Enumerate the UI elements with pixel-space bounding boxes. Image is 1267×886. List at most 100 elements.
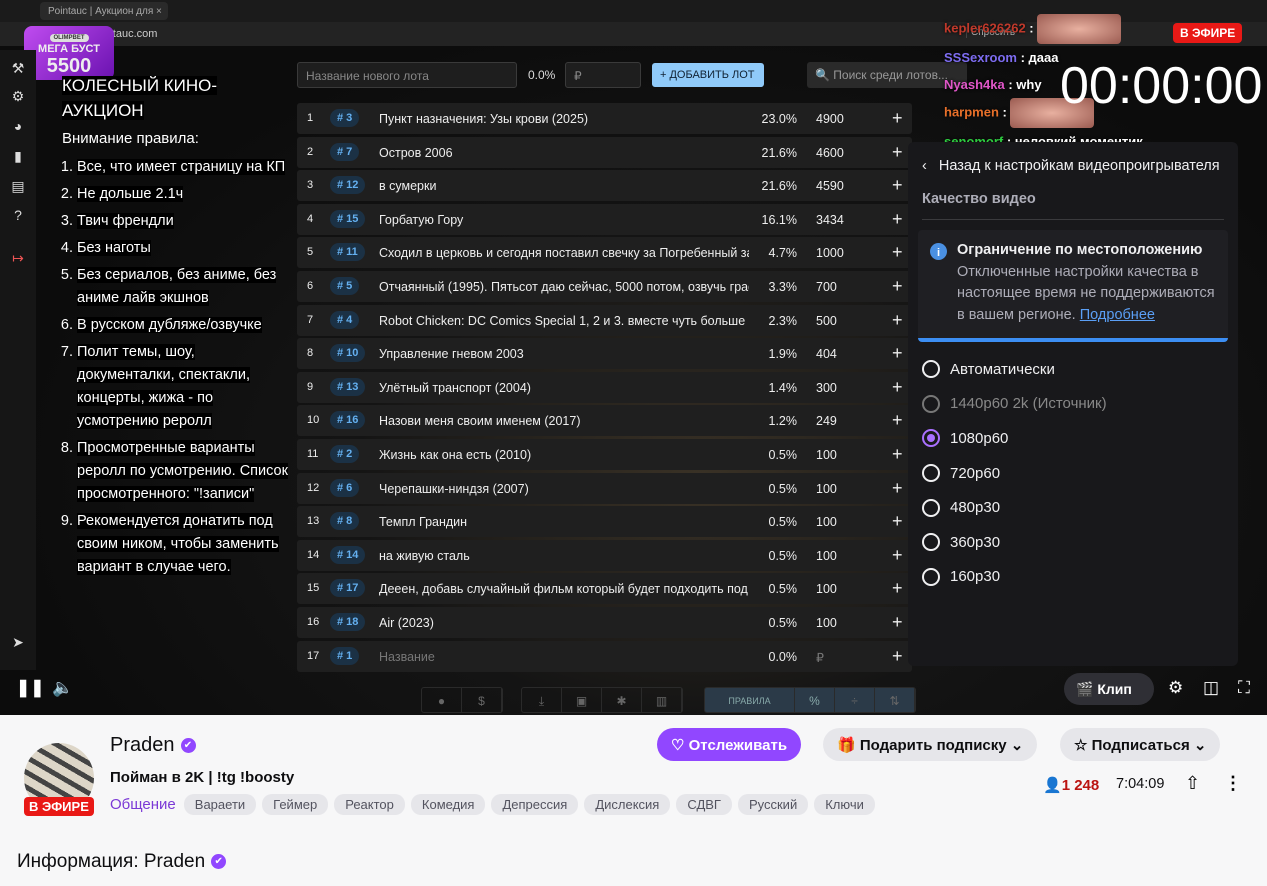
lot-row[interactable]: 13 # 8 Темпл Грандин 0.5% 100 + — [297, 506, 912, 538]
browser-tab[interactable]: Pointauc | Аукцион для × — [40, 2, 168, 20]
quality-option[interactable]: 360p30 — [922, 525, 1224, 560]
lot-amount[interactable]: 404 — [816, 347, 837, 361]
subscribe-button[interactable]: ☆ Подписаться ⌄ — [1060, 728, 1221, 761]
lot-name[interactable]: Robot Chicken: DC Comics Special 1, 2 и … — [379, 314, 749, 328]
follow-button[interactable]: ♡ Отслеживать — [657, 728, 802, 761]
lot-row[interactable]: 12 # 6 Черепашки-ниндзя (2007) 0.5% 100 + — [297, 472, 912, 504]
lot-name[interactable]: Жизнь как она есть (2010) — [379, 448, 749, 462]
lot-row[interactable]: 9 # 13 Улётный транспорт (2004) 1.4% 300 + — [297, 371, 912, 403]
category-link[interactable]: Общение — [110, 796, 176, 813]
add-amount-icon[interactable]: + — [892, 511, 903, 532]
lot-row[interactable]: 2 # 7 Остров 2006 21.6% 4600 + — [297, 136, 912, 168]
learn-more-link[interactable]: Подробнее — [1080, 307, 1155, 323]
quality-option[interactable]: 720p60 — [922, 456, 1224, 491]
lot-amount[interactable]: 249 — [816, 414, 837, 428]
lot-name[interactable]: Название — [379, 650, 749, 664]
lot-id[interactable]: # 2 — [330, 444, 360, 463]
quality-option[interactable]: 1080p60 — [922, 421, 1224, 456]
lot-id[interactable]: # 18 — [330, 612, 366, 631]
gavel-icon[interactable]: ⚒ — [9, 60, 27, 78]
lot-id[interactable]: # 17 — [330, 579, 366, 598]
lot-name[interactable]: Сходил в церковь и сегодня поставил свеч… — [379, 246, 749, 260]
add-amount-icon[interactable]: + — [892, 142, 903, 163]
add-lot-button[interactable]: + ДОБАВИТЬ ЛОТ — [652, 63, 764, 87]
lot-amount[interactable]: 4590 — [816, 179, 844, 193]
pause-icon[interactable]: ❚❚ — [16, 678, 45, 698]
lot-id[interactable]: # 15 — [330, 209, 366, 228]
lot-id[interactable]: # 3 — [330, 109, 360, 127]
lot-name[interactable]: Остров 2006 — [379, 146, 749, 160]
stats-icon[interactable]: ▮ — [9, 148, 27, 166]
more-options-icon[interactable]: ⋮ — [1224, 773, 1242, 794]
tag[interactable]: Ключи — [814, 794, 875, 815]
lot-name[interactable]: Горбатую Гору — [379, 213, 749, 227]
add-amount-icon[interactable]: + — [892, 578, 903, 599]
lot-name[interactable]: Улётный транспорт (2004) — [379, 381, 749, 395]
tag[interactable]: Вараети — [183, 794, 257, 815]
lot-amount[interactable]: 500 — [816, 314, 837, 328]
lot-amount[interactable]: 100 — [816, 482, 837, 496]
new-lot-input[interactable]: Название нового лота — [297, 62, 517, 88]
lot-row[interactable]: 14 # 14 на живую сталь 0.5% 100 + — [297, 539, 912, 571]
clipboard-icon[interactable]: ▤ — [9, 178, 27, 196]
lot-name[interactable]: Управление гневом 2003 — [379, 347, 749, 361]
lot-row[interactable]: 10 # 16 Назови меня своим именем (2017) 1.2… — [297, 405, 912, 437]
add-amount-icon[interactable]: + — [892, 478, 903, 499]
help-icon[interactable]: ? — [9, 207, 27, 225]
lot-amount[interactable]: 100 — [816, 616, 837, 630]
lot-row[interactable]: 15 # 17 Дееен, добавь случайный фильм кото… — [297, 573, 912, 605]
lot-row[interactable]: 1 # 3 Пункт назначения: Узы крови (2025) 23… — [297, 103, 912, 134]
stream-video[interactable]: Pointauc | Аукцион для × pointauc.com Сп… — [0, 0, 1267, 715]
lot-amount[interactable]: 4900 — [816, 112, 844, 126]
add-amount-icon[interactable]: + — [892, 276, 903, 297]
quality-option[interactable]: 160p30 — [922, 560, 1224, 595]
tag[interactable]: Русский — [737, 794, 809, 815]
settings-gear-icon[interactable]: ⚙ — [1168, 678, 1183, 698]
lot-name[interactable]: Темпл Грандин — [379, 515, 749, 529]
lot-name[interactable]: Пункт назначения: Узы крови (2025) — [379, 112, 749, 126]
lot-id[interactable]: # 7 — [330, 142, 360, 161]
lot-row[interactable]: 17 # 1 Название 0.0% ₽ + — [297, 640, 912, 672]
wheel-icon[interactable]: ◕ — [9, 118, 27, 136]
tag[interactable]: Геймер — [262, 794, 329, 815]
gear-icon[interactable]: ⚙ — [9, 88, 27, 106]
fullscreen-icon[interactable]: ⛶ — [1238, 678, 1250, 698]
logout-icon[interactable]: ↦ — [9, 250, 27, 268]
add-amount-icon[interactable]: + — [892, 108, 903, 129]
quality-option[interactable]: 480p30 — [922, 490, 1224, 525]
tag[interactable]: Дислексия — [584, 794, 671, 815]
add-amount-icon[interactable]: + — [892, 377, 903, 398]
lot-id[interactable]: # 13 — [330, 377, 366, 396]
lot-id[interactable]: # 1 — [330, 646, 360, 665]
add-amount-icon[interactable]: + — [892, 175, 903, 196]
lot-id[interactable]: # 6 — [330, 478, 360, 497]
quality-option[interactable]: Автоматически — [922, 352, 1224, 387]
lot-row[interactable]: 4 # 15 Горбатую Гору 16.1% 3434 + — [297, 203, 912, 235]
lot-row[interactable]: 16 # 18 Air (2023) 0.5% 100 + — [297, 606, 912, 638]
lot-row[interactable]: 7 # 4 Robot Chicken: DC Comics Special 1, … — [297, 304, 912, 336]
lot-amount[interactable]: 4600 — [816, 146, 844, 160]
lot-id[interactable]: # 8 — [330, 512, 360, 531]
amount-input[interactable]: ₽ — [565, 62, 641, 88]
share-icon[interactable]: ⇧ — [1185, 773, 1200, 794]
add-amount-icon[interactable]: + — [892, 444, 903, 465]
theatre-mode-icon[interactable]: ◫ — [1203, 678, 1219, 698]
lot-id[interactable]: # 4 — [330, 310, 360, 329]
add-amount-icon[interactable]: + — [892, 646, 903, 667]
lot-name[interactable]: Air (2023) — [379, 616, 749, 630]
lot-amount[interactable]: 1000 — [816, 246, 844, 260]
tag[interactable]: Комедия — [410, 794, 486, 815]
lot-row[interactable]: 8 # 10 Управление гневом 2003 1.9% 404 + — [297, 338, 912, 370]
lot-name[interactable]: Назови меня своим именем (2017) — [379, 414, 749, 428]
volume-icon[interactable]: 🔈 — [52, 678, 73, 698]
lot-name[interactable]: Черепашки-ниндзя (2007) — [379, 482, 749, 496]
lot-row[interactable]: 3 # 12 в сумерки 21.6% 4590 + — [297, 170, 912, 202]
add-amount-icon[interactable]: + — [892, 545, 903, 566]
lot-id[interactable]: # 14 — [330, 545, 366, 564]
lot-amount[interactable]: 3434 — [816, 213, 844, 227]
lot-amount[interactable]: ₽ — [816, 650, 824, 665]
gift-sub-button[interactable]: 🎁 Подарить подписку ⌄ — [823, 728, 1038, 761]
lot-name[interactable]: Дееен, добавь случайный фильм который бу… — [379, 582, 749, 596]
lot-amount[interactable]: 100 — [816, 549, 837, 563]
lot-amount[interactable]: 100 — [816, 515, 837, 529]
